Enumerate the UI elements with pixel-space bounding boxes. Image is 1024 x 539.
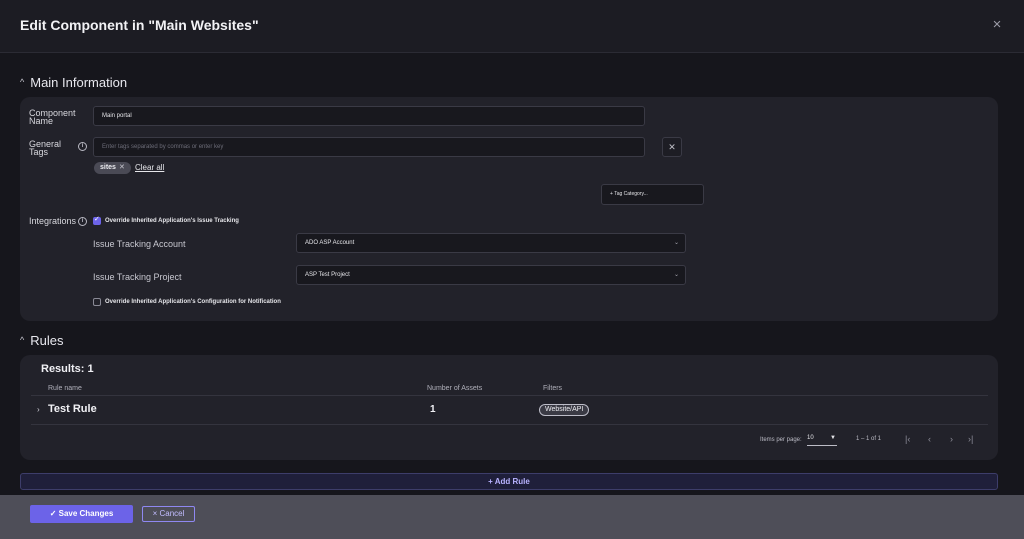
rules-header[interactable]: ^ Rules bbox=[20, 333, 63, 348]
chevron-up-icon: ^ bbox=[20, 335, 25, 345]
main-information-card bbox=[20, 97, 998, 321]
override-notification-label: Override Inherited Application's Configu… bbox=[105, 299, 281, 305]
filter-chip: Website/API bbox=[539, 404, 590, 416]
override-issue-tracking-label: Override Inherited Application's Issue T… bbox=[105, 218, 239, 224]
save-changes-button[interactable]: ✓ Save Changes bbox=[30, 505, 133, 523]
pagination-range: 1 – 1 of 1 bbox=[856, 436, 882, 442]
row-divider bbox=[31, 424, 988, 425]
chevron-up-icon: ^ bbox=[20, 77, 25, 87]
tag-chip-label: sites bbox=[100, 164, 116, 171]
rules-title: Rules bbox=[30, 333, 64, 348]
results-count: Results: 1 bbox=[41, 363, 94, 375]
issue-tracking-account-label: Issue Tracking Account bbox=[93, 239, 186, 249]
items-per-page-value: 10 bbox=[807, 435, 814, 441]
dialog-footer: ✓ Save Changes × Cancel bbox=[0, 495, 1024, 539]
override-issue-tracking-checkbox[interactable] bbox=[93, 215, 101, 225]
chevron-down-icon: ⌄ bbox=[673, 240, 679, 246]
general-tags-label-line2: Tags bbox=[29, 147, 49, 157]
integrations-label: Integrations bbox=[29, 216, 77, 226]
main-information-title: Main Information bbox=[30, 75, 128, 90]
last-page-icon[interactable]: ›| bbox=[968, 434, 973, 444]
column-rule-name: Rule name bbox=[48, 385, 82, 392]
items-per-page-label: Items per page: bbox=[760, 437, 802, 443]
issue-tracking-account-value: ADO ASP Account bbox=[305, 240, 355, 246]
dialog-header: Edit Component in "Main Websites" × bbox=[0, 0, 1024, 53]
info-icon[interactable]: i bbox=[78, 142, 87, 151]
override-notification-checkbox[interactable] bbox=[93, 298, 101, 306]
issue-tracking-project-value: ASP Test Project bbox=[305, 272, 350, 278]
general-tags-input[interactable]: Enter tags separated by commas or enter … bbox=[93, 137, 645, 157]
clear-all-link[interactable]: Clear all bbox=[135, 163, 164, 172]
dialog-title: Edit Component in "Main Websites" bbox=[20, 17, 259, 33]
remove-tag-icon[interactable]: ✕ bbox=[119, 164, 125, 171]
chevron-down-icon: ⌄ bbox=[673, 272, 679, 278]
column-filters: Filters bbox=[543, 385, 563, 392]
rule-name: Test Rule bbox=[48, 403, 97, 415]
clear-tags-close-icon[interactable]: ✕ bbox=[662, 137, 682, 157]
add-rule-button[interactable]: + Add Rule bbox=[20, 473, 998, 490]
items-per-page-select[interactable]: 10 ▼ bbox=[807, 435, 837, 446]
rule-asset-count: 1 bbox=[430, 404, 436, 415]
previous-page-icon[interactable]: ‹ bbox=[928, 434, 931, 444]
cancel-button[interactable]: × Cancel bbox=[142, 506, 195, 522]
caret-down-icon: ▼ bbox=[830, 435, 836, 441]
column-number-of-assets: Number of Assets bbox=[427, 385, 483, 392]
chevron-right-icon[interactable]: › bbox=[37, 405, 40, 414]
issue-tracking-project-select[interactable]: ASP Test Project ⌄ bbox=[296, 265, 686, 285]
tag-chip-sites[interactable]: sites ✕ bbox=[94, 162, 131, 174]
first-page-icon[interactable]: |‹ bbox=[905, 434, 910, 444]
issue-tracking-account-select[interactable]: ADO ASP Account ⌄ bbox=[296, 233, 686, 253]
component-name-label-line2: Name bbox=[29, 116, 54, 126]
main-information-header[interactable]: ^ Main Information bbox=[20, 75, 127, 90]
issue-tracking-project-label: Issue Tracking Project bbox=[93, 272, 182, 282]
component-name-input[interactable]: Main portal bbox=[93, 106, 645, 126]
close-icon[interactable]: × bbox=[986, 14, 1008, 36]
integrations-info-icon[interactable]: i bbox=[78, 217, 87, 226]
rules-card bbox=[20, 355, 998, 460]
header-divider bbox=[31, 395, 988, 396]
next-page-icon[interactable]: › bbox=[950, 434, 953, 444]
tag-category-button[interactable]: + Tag Category... bbox=[601, 184, 704, 205]
